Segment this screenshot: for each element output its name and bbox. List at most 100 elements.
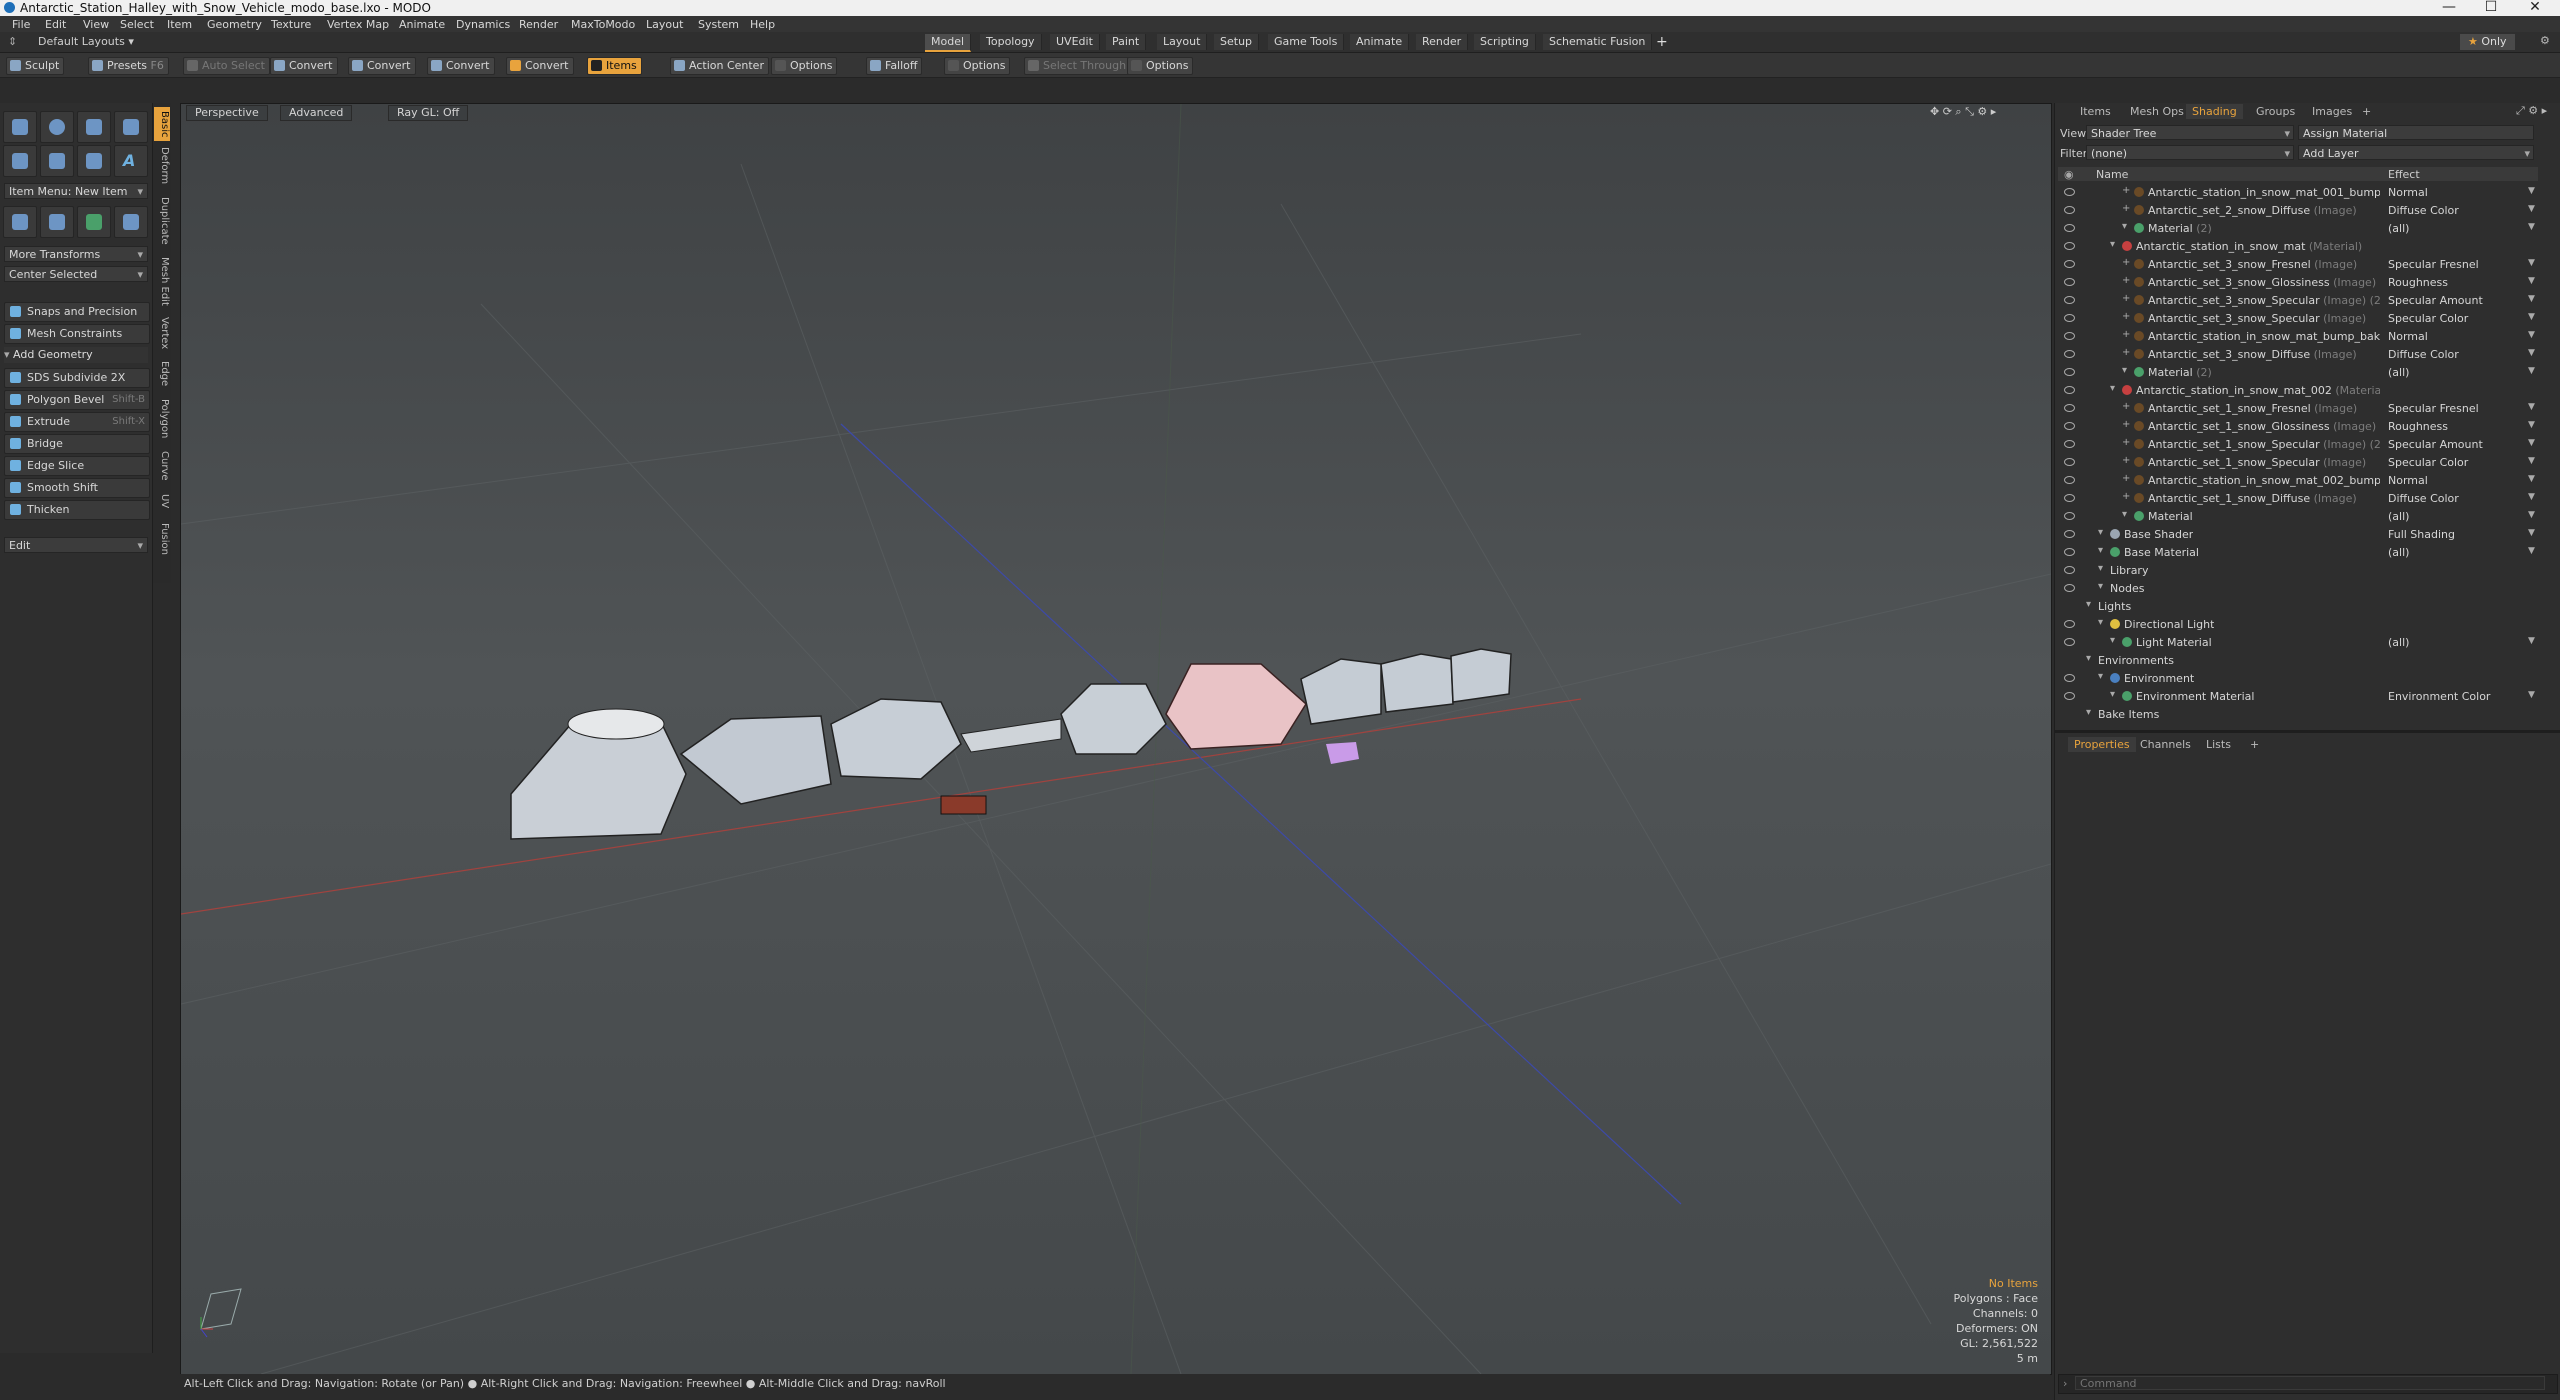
expand-toggle-icon[interactable]: + [2122,401,2130,412]
edit-dropdown[interactable]: Edit [4,537,148,554]
shader-tree-row[interactable]: ▾ Material (all) ▼ [2058,508,2538,525]
command-input[interactable] [2075,1376,2545,1390]
row-effect[interactable]: Roughness [2388,276,2448,289]
minimize-button[interactable]: — [2434,0,2464,15]
shader-tree-row[interactable]: ▾ Antarctic_station_in_snow_mat_002 (Mate… [2058,382,2538,399]
vtab-polygon[interactable]: Polygon [154,397,170,441]
visibility-eye-icon[interactable] [2064,260,2075,268]
center-selected-dropdown[interactable]: Center Selected [4,266,148,283]
shader-tree-row[interactable]: ▾ Material (2) (all) ▼ [2058,220,2538,237]
3d-viewport[interactable] [180,103,2052,1375]
effect-dropdown-icon[interactable]: ▼ [2528,690,2535,700]
visibility-eye-icon[interactable] [2064,422,2075,430]
visibility-eye-icon[interactable] [2064,494,2075,502]
cylinder-tool-button[interactable] [77,111,111,143]
expand-toggle-icon[interactable]: + [2122,293,2130,304]
expand-toggle-icon[interactable]: ▾ [2110,383,2115,394]
expand-toggle-icon[interactable]: + [2122,491,2130,502]
panel-divider[interactable] [2054,730,2560,733]
visibility-eye-icon[interactable] [2064,386,2075,394]
visibility-eye-icon[interactable] [2064,278,2075,286]
cone-tool-button[interactable] [114,111,148,143]
tab-schematic-fusion[interactable]: Schematic Fusion [1543,34,1653,50]
shader-tree-row[interactable]: + Antarctic_set_3_snow_Fresnel (Image) Spe… [2058,256,2538,273]
viewport-shading-dropdown[interactable]: Advanced [280,105,353,121]
tab-model[interactable]: Model [925,34,972,52]
name-column-header[interactable]: Name [2096,168,2128,181]
expand-toggle-icon[interactable]: + [2122,311,2130,322]
tool-extrude[interactable]: Extrude Shift-X [4,412,150,432]
mesh-constraints-button[interactable]: Mesh Constraints [4,324,150,344]
row-effect[interactable]: Specular Amount [2388,438,2483,451]
menu-vertex-map[interactable]: Vertex Map [327,18,389,31]
tab-lists[interactable]: Lists [2200,737,2237,752]
expand-toggle-icon[interactable]: + [2122,275,2130,286]
vtab-deform[interactable]: Deform [154,145,170,187]
shader-tree-row[interactable]: ▾ Antarctic_station_in_snow_mat (Material… [2058,238,2538,255]
torus-tool-button[interactable] [3,145,37,177]
viewport-perspective-dropdown[interactable]: Perspective [186,105,268,121]
expand-toggle-icon[interactable]: + [2122,419,2130,430]
tab-game-tools[interactable]: Game Tools [1268,34,1345,50]
row-effect[interactable]: Specular Color [2388,456,2468,469]
visibility-eye-icon[interactable] [2064,440,2075,448]
shader-tree-row[interactable]: ▾ Material (2) (all) ▼ [2058,364,2538,381]
visibility-eye-icon[interactable] [2064,458,2075,466]
shader-tree-row[interactable]: ▾ Base Material (all) ▼ [2058,544,2538,561]
tool-thicken[interactable]: Thicken [4,500,150,520]
effect-dropdown-icon[interactable]: ▼ [2528,222,2535,232]
action-center-options[interactable]: Options [771,57,838,75]
add-tab-button[interactable]: + [1656,34,1668,50]
tab-properties[interactable]: Properties [2068,737,2136,752]
pen-tool-button[interactable] [77,145,111,177]
expand-toggle-icon[interactable]: ▾ [2098,545,2103,556]
vtab-basic[interactable]: Basic [154,107,170,141]
text-tool-button[interactable]: A [114,145,148,177]
visibility-eye-icon[interactable] [2064,566,2075,574]
panel-options-icons[interactable]: ⤢ ⚙ ▸ [2516,104,2547,118]
shader-tree-row[interactable]: + Antarctic_set_3_snow_Glossiness (Image)… [2058,274,2538,291]
menu-render[interactable]: Render [519,18,558,31]
expand-toggle-icon[interactable]: + [2122,473,2130,484]
visibility-eye-icon[interactable] [2064,332,2075,340]
falloff-button[interactable]: Falloff [866,57,923,75]
row-effect[interactable]: Specular Color [2388,312,2468,325]
rotate-tool-button[interactable] [40,206,74,238]
expand-toggle-icon[interactable]: + [2122,257,2130,268]
row-effect[interactable]: (all) [2388,366,2409,379]
select-through-options[interactable]: Options [1127,57,1194,75]
filter-dropdown[interactable]: (none) [2086,145,2294,161]
effect-dropdown-icon[interactable]: ▼ [2528,438,2535,448]
effect-dropdown-icon[interactable]: ▼ [2528,312,2535,322]
row-effect[interactable]: Diffuse Color [2388,492,2459,505]
menu-geometry[interactable]: Geometry [207,18,262,31]
expand-toggle-icon[interactable]: + [2122,437,2130,448]
visibility-eye-icon[interactable] [2064,224,2075,232]
row-effect[interactable]: Diffuse Color [2388,204,2459,217]
effect-dropdown-icon[interactable]: ▼ [2528,330,2535,340]
cube-tool-button[interactable] [3,111,37,143]
visibility-eye-icon[interactable] [2064,350,2075,358]
visibility-eye-icon[interactable] [2064,512,2075,520]
tab-scripting[interactable]: Scripting [1474,34,1536,50]
pin-icon[interactable]: ⇕ [8,35,17,48]
visibility-eye-icon[interactable] [2064,242,2075,250]
menu-item[interactable]: Item [167,18,192,31]
shader-tree-row[interactable]: ▾ Bake Items [2058,706,2538,723]
expand-toggle-icon[interactable]: ▾ [2098,617,2103,628]
shader-tree-row[interactable]: + Antarctic_set_3_snow_Specular (Image) (… [2058,292,2538,309]
effect-dropdown-icon[interactable]: ▼ [2528,258,2535,268]
menu-dynamics[interactable]: Dynamics [456,18,510,31]
action-center-button[interactable]: Action Center [670,57,769,75]
shader-tree-row[interactable]: + Antarctic_set_1_snow_Fresnel (Image) Spe… [2058,400,2538,417]
add-geometry-header[interactable]: ▾ Add Geometry [4,347,148,363]
tab-channels[interactable]: Channels [2134,737,2197,752]
effect-dropdown-icon[interactable]: ▼ [2528,186,2535,196]
expand-toggle-icon[interactable]: ▾ [2086,707,2091,718]
effect-dropdown-icon[interactable]: ▼ [2528,456,2535,466]
row-effect[interactable]: Normal [2388,186,2428,199]
snaps-precision-button[interactable]: Snaps and Precision [4,302,150,322]
visibility-eye-icon[interactable] [2064,548,2075,556]
shader-tree-row[interactable]: + Antarctic_set_1_snow_Specular (Image) Sp… [2058,454,2538,471]
gear-icon[interactable]: ⚙ [2540,34,2550,47]
